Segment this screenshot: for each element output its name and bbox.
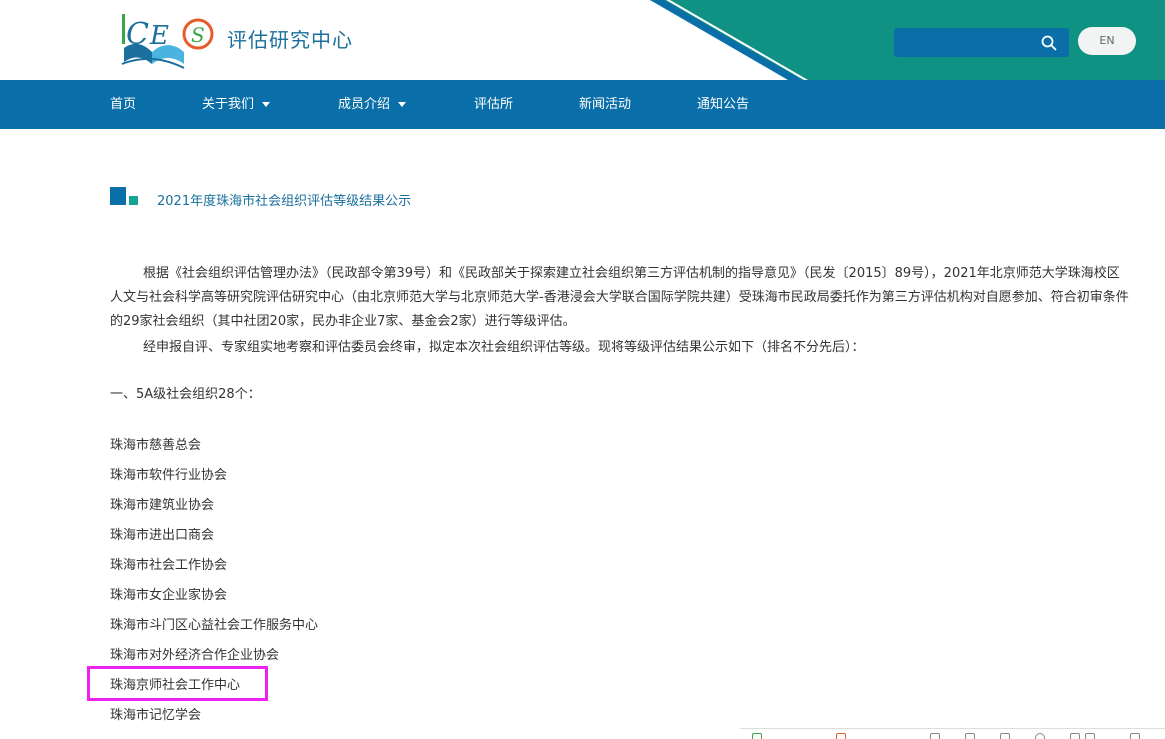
nav-item-label: 首页 (110, 97, 137, 112)
svg-text:C: C (126, 17, 149, 52)
nav-item-about[interactable]: 关于我们 (202, 80, 271, 129)
chevron-down-icon (398, 102, 407, 107)
list-item: 珠海市记忆学会 (110, 708, 202, 723)
article-paragraph: 根据《社会组织评估管理办法》（民政部令第39号）和《民政部关于探索建立社会组织第… (110, 266, 1129, 329)
site-header: C E S 评估研究中心 EN (0, 0, 1165, 80)
nav-item-members[interactable]: 成员介绍 (338, 80, 407, 129)
download-icon[interactable] (1085, 733, 1095, 739)
nav-item-news[interactable]: 新闻活动 (579, 80, 631, 129)
nav-item-notices[interactable]: 通知公告 (697, 80, 749, 129)
video-icon[interactable] (752, 733, 762, 739)
nav-item-label: 通知公告 (697, 97, 750, 112)
list-item: 珠海市进出口商会 (110, 528, 215, 543)
title-marker-icon (110, 187, 140, 207)
list-item: 珠海市女企业家协会 (110, 588, 228, 603)
header-decor-stripe (650, 0, 808, 80)
main-nav: 首页 关于我们 成员介绍 评估所 新闻活动 通知公告 (0, 80, 1165, 129)
svg-text:E: E (149, 21, 169, 51)
nav-item-label: 关于我们 (202, 97, 255, 112)
list-item: 珠海市建筑业协会 (110, 498, 215, 513)
article-title: 2021年度珠海市社会组织评估等级结果公示 (157, 194, 412, 209)
nav-item-label: 成员介绍 (338, 97, 391, 112)
menu-icon[interactable] (1130, 733, 1140, 739)
nav-item-institute[interactable]: 评估所 (474, 80, 513, 129)
bookmark-icon[interactable] (836, 733, 846, 739)
sound-icon[interactable] (1070, 733, 1080, 739)
heart-icon[interactable] (1035, 733, 1045, 739)
list-item: 珠海市软件行业协会 (110, 468, 228, 483)
article-paragraph: 经申报自评、专家组实地考察和评估委员会终审，拟定本次社会组织评估等级。现将等级评… (143, 340, 865, 355)
svg-text:S: S (191, 23, 205, 47)
screenshot-icon[interactable] (1000, 733, 1010, 739)
site-name: 评估研究中心 (227, 28, 353, 52)
list-item: 珠海市社会工作协会 (110, 558, 228, 573)
bottom-toolbar (740, 728, 1165, 739)
list-item: 珠海市慈善总会 (110, 438, 202, 453)
nav-item-home[interactable]: 首页 (110, 80, 136, 129)
language-toggle-button[interactable]: EN (1078, 27, 1136, 55)
search-input[interactable] (894, 28, 1069, 57)
ces-logo[interactable]: C E S (118, 8, 218, 72)
nav-item-label: 新闻活动 (579, 97, 632, 112)
section-heading: 一、5A级社会组织28个： (110, 387, 261, 402)
search-icon[interactable] (1041, 35, 1057, 51)
list-item: 珠海市斗门区心益社会工作服务中心 (110, 618, 319, 633)
nav-item-label: 评估所 (474, 97, 514, 112)
highlight-annotation (87, 666, 268, 701)
shield-icon[interactable] (930, 733, 940, 739)
window-icon[interactable] (965, 733, 975, 739)
chevron-down-icon (262, 102, 271, 107)
